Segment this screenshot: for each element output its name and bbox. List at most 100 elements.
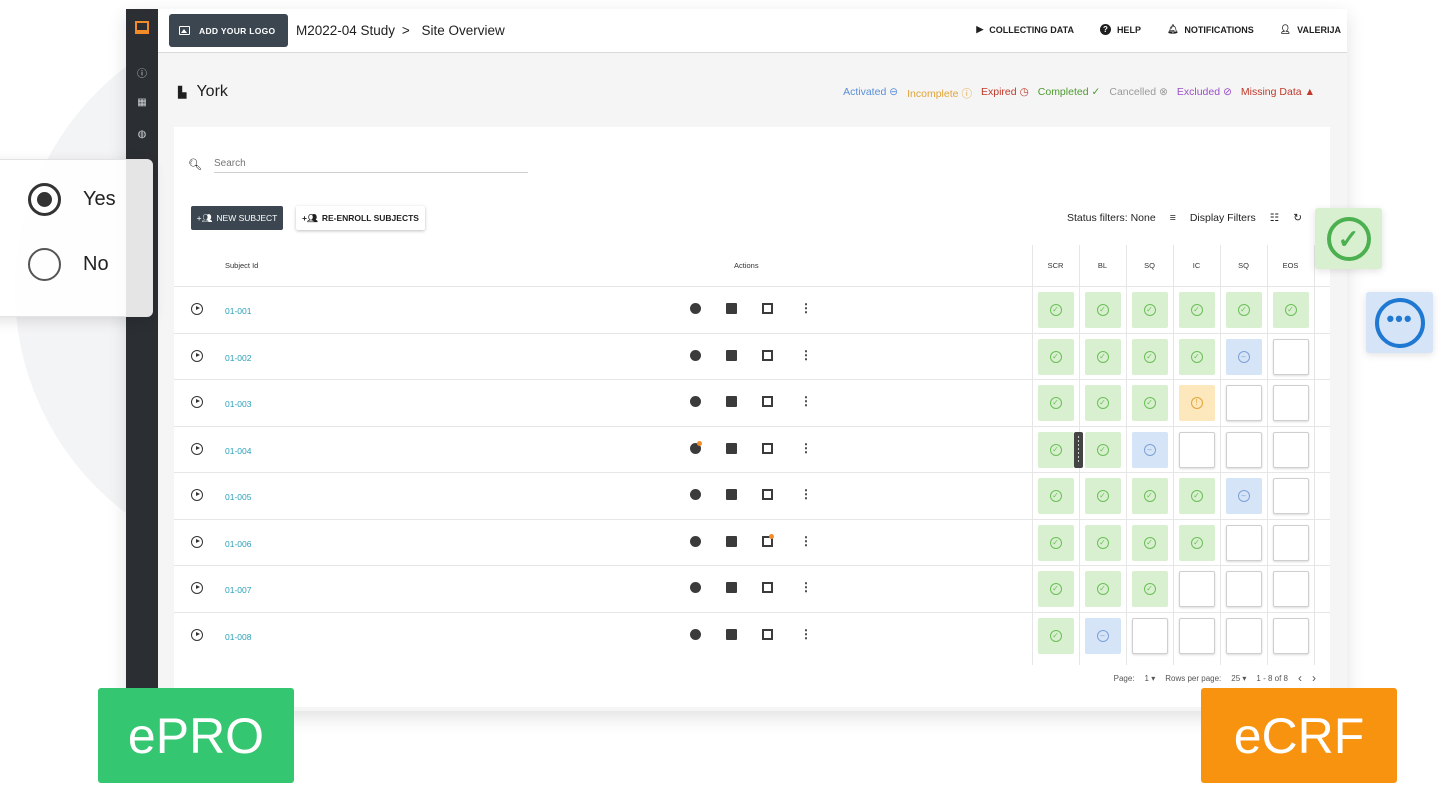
visit-status-cell[interactable]: ✓ (1037, 571, 1074, 607)
visit-status-cell[interactable] (1178, 431, 1215, 468)
page-select[interactable]: 1 ▾ (1145, 674, 1156, 683)
dashboard-icon[interactable]: ▦ (126, 97, 158, 108)
visit-status-cell[interactable]: ✓ (1084, 431, 1121, 468)
more-vert-icon[interactable]: ⋮ (800, 347, 812, 362)
help-button[interactable]: ? HELP (1099, 24, 1141, 35)
visit-status-cell[interactable]: ✓ (1178, 292, 1215, 328)
reenroll-subjects-button[interactable]: +👥︎ RE-ENROLL SUBJECTS (296, 206, 425, 230)
subject-id-link[interactable]: 01-004 (225, 446, 251, 456)
visit-status-cell[interactable]: – (1084, 617, 1121, 654)
calendar-icon[interactable] (762, 442, 773, 454)
visit-status-cell[interactable]: ✓ (1037, 617, 1074, 654)
new-subject-button[interactable]: +👥︎ NEW SUBJECT (191, 206, 283, 230)
visit-status-cell[interactable] (1225, 431, 1262, 468)
visit-status-cell[interactable]: ✓ (1037, 478, 1074, 514)
visit-status-cell[interactable]: ✓ (1131, 524, 1168, 561)
visit-column-header[interactable]: IC (1173, 261, 1220, 270)
visit-status-cell[interactable] (1225, 524, 1262, 561)
alert-icon[interactable] (690, 582, 701, 593)
visit-status-cell[interactable]: ✓ (1037, 292, 1074, 328)
visit-status-cell[interactable]: ✓ (1084, 292, 1121, 328)
brand-logo-icon[interactable] (135, 21, 149, 34)
more-vert-icon[interactable]: ⋮ (800, 486, 812, 501)
visit-status-cell[interactable] (1272, 478, 1309, 514)
calendar-icon[interactable] (762, 396, 773, 407)
visit-column-header[interactable]: BL (1079, 261, 1126, 270)
globe-icon[interactable]: ◍ (126, 129, 158, 140)
play-circle-icon[interactable] (191, 396, 203, 408)
rows-select[interactable]: 25 ▾ (1231, 674, 1246, 683)
info-icon[interactable]: ⓘ (126, 65, 158, 80)
visit-status-cell[interactable] (1272, 524, 1309, 561)
visit-status-cell[interactable]: – (1225, 338, 1262, 375)
visit-status-cell[interactable] (1225, 385, 1262, 421)
search-input[interactable] (213, 155, 528, 173)
visit-status-cell[interactable]: ✓ (1131, 571, 1168, 607)
visit-status-cell[interactable]: ✓ (1084, 385, 1121, 421)
subject-id-link[interactable]: 01-002 (225, 353, 251, 363)
clipboard-icon[interactable] (726, 535, 737, 547)
alert-icon[interactable] (690, 489, 701, 500)
visit-status-cell[interactable] (1225, 571, 1262, 607)
clipboard-icon[interactable] (726, 303, 737, 314)
radio-option-no[interactable]: No (28, 248, 109, 281)
subject-id-link[interactable]: 01-006 (225, 539, 251, 549)
visit-status-cell[interactable]: ✓ (1178, 478, 1215, 514)
drag-handle[interactable] (1074, 431, 1083, 468)
visit-status-cell[interactable] (1131, 617, 1168, 654)
radio-button-no[interactable] (28, 248, 61, 281)
visit-status-cell[interactable]: ✓ (1084, 478, 1121, 514)
calendar-icon[interactable] (762, 489, 773, 500)
more-vert-icon[interactable]: ⋮ (800, 393, 812, 408)
col-subject-header[interactable]: Subject Id (225, 261, 258, 270)
subject-id-link[interactable]: 01-005 (225, 492, 251, 502)
clipboard-icon[interactable] (726, 349, 737, 361)
visit-status-cell[interactable] (1178, 571, 1215, 607)
visit-column-header[interactable]: SQ (1126, 261, 1173, 270)
visit-status-cell[interactable]: – (1131, 431, 1168, 468)
visit-status-cell[interactable]: ✓ (1084, 524, 1121, 561)
play-circle-icon[interactable] (191, 535, 203, 548)
visit-column-header[interactable]: SQ (1220, 261, 1267, 270)
clipboard-icon[interactable] (726, 489, 737, 500)
visit-status-cell[interactable]: ✓ (1178, 338, 1215, 375)
more-vert-icon[interactable]: ⋮ (800, 579, 812, 594)
clipboard-icon[interactable] (726, 628, 737, 640)
filter-icon[interactable]: ≡ (1170, 212, 1176, 224)
collecting-data-button[interactable]: ▶ COLLECTING DATA (976, 24, 1074, 35)
visit-status-cell[interactable] (1272, 385, 1309, 421)
alert-icon[interactable] (690, 535, 701, 547)
visit-status-cell[interactable]: ✓ (1037, 385, 1074, 421)
radio-option-yes[interactable]: Yes (28, 183, 116, 216)
play-circle-icon[interactable] (191, 349, 203, 362)
next-page-icon[interactable]: › (1312, 671, 1316, 685)
notifications-button[interactable]: 🔔︎ NOTIFICATIONS (1167, 24, 1254, 35)
calendar-icon[interactable] (762, 349, 773, 361)
visit-status-cell[interactable] (1272, 617, 1309, 654)
visit-column-header[interactable]: EOS (1267, 261, 1314, 270)
calendar-icon[interactable] (762, 303, 773, 314)
calendar-icon[interactable] (762, 628, 773, 640)
refresh-icon[interactable]: ↻ (1293, 212, 1302, 224)
visit-status-cell[interactable] (1272, 431, 1309, 468)
play-circle-icon[interactable] (191, 628, 203, 641)
subject-id-link[interactable]: 01-001 (225, 306, 251, 316)
visit-status-cell[interactable] (1272, 338, 1309, 375)
visit-status-cell[interactable]: ✓ (1178, 524, 1215, 561)
alert-icon[interactable] (690, 303, 701, 314)
visit-status-cell[interactable]: ✓ (1131, 292, 1168, 328)
visit-status-cell[interactable] (1225, 617, 1262, 654)
play-circle-icon[interactable] (191, 442, 203, 455)
breadcrumb-study[interactable]: M2022-04 Study (296, 23, 395, 38)
more-vert-icon[interactable]: ⋮ (800, 300, 812, 315)
subject-id-link[interactable]: 01-007 (225, 585, 251, 595)
play-circle-icon[interactable] (191, 303, 203, 315)
visit-status-cell[interactable]: ✓ (1225, 292, 1262, 328)
visit-status-cell[interactable]: ✓ (1131, 385, 1168, 421)
play-circle-icon[interactable] (191, 582, 203, 594)
play-circle-icon[interactable] (191, 489, 203, 501)
visit-status-cell[interactable]: ✓ (1131, 478, 1168, 514)
clipboard-icon[interactable] (726, 442, 737, 454)
visit-status-cell[interactable]: ! (1178, 385, 1215, 421)
add-logo-button[interactable]: ADD YOUR LOGO (169, 14, 288, 47)
